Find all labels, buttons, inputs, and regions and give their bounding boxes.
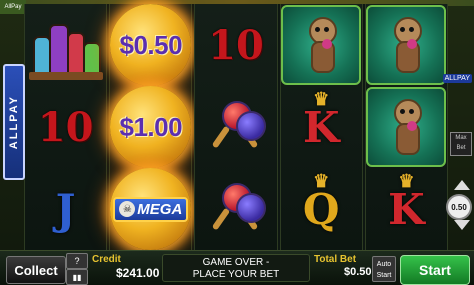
bottom-control-bar: Collect ? ▮▮ Credit $241.00 GAME OVER - … — [0, 250, 474, 285]
reel-1-symbol-1 — [25, 4, 106, 86]
coin-value: $0.50 — [119, 29, 183, 60]
reel-3-symbol-1: 10 — [195, 4, 276, 86]
potions-icon — [28, 10, 103, 80]
allpay-corner-badge: AllPay — [0, 0, 26, 14]
allpay-right-label: ALLPAY — [442, 74, 472, 83]
reel-5: ♛ K — [364, 4, 449, 250]
reel-5-symbol-1 — [366, 4, 447, 86]
max-bet-button[interactable]: Max Bet — [450, 132, 472, 156]
reel-4: ♛ K ♛ Q — [279, 4, 363, 250]
total-bet-label: Total Bet — [314, 254, 357, 265]
maracas-icon — [206, 181, 266, 237]
mega-coin-symbol: ☠ MEGA — [110, 168, 192, 250]
reel-4-symbol-1 — [281, 4, 362, 86]
jack-symbol: J — [55, 184, 76, 234]
queen-symbol: ♛ Q — [302, 170, 340, 234]
collect-button[interactable]: Collect — [6, 256, 66, 284]
bet-value-dial[interactable]: 0.50 — [446, 194, 472, 220]
voodoo-doll-icon — [366, 87, 447, 167]
skull-icon: ☠ — [119, 201, 136, 217]
credit-value: $241.00 — [116, 266, 160, 280]
ten-symbol: 10 — [37, 103, 94, 151]
king-symbol: ♛ K — [388, 170, 425, 234]
reel-3-symbol-3 — [195, 168, 276, 250]
coin-symbol: $0.50 — [110, 4, 192, 86]
reel-3: 10 — [194, 4, 278, 250]
reel-5-symbol-2 — [366, 86, 447, 168]
status-message-line-2: PLACE YOUR BET — [192, 269, 280, 280]
reel-area: 10 J $0.50 $1.00 ☠ MEGA 10 ♛ K ♛ Q ♛ K — [24, 4, 449, 250]
sound-toggle-button[interactable]: ▮▮ — [66, 269, 88, 285]
reel-3-symbol-2 — [195, 86, 276, 168]
credit-label: Credit — [92, 254, 121, 265]
start-button[interactable]: Start — [400, 255, 470, 285]
reel-5-symbol-3: ♛ K — [366, 168, 447, 250]
auto-start-label-1: Auto — [376, 261, 392, 268]
allpay-left-panel: ALLPAY — [3, 64, 25, 180]
reel-1: 10 J — [24, 4, 108, 250]
crown-icon: ♛ — [313, 88, 330, 110]
crown-icon: ♛ — [398, 170, 415, 192]
status-message: GAME OVER - PLACE YOUR BET — [162, 254, 310, 282]
reel-4-symbol-3: ♛ Q — [281, 168, 362, 250]
king-symbol: ♛ K — [302, 88, 340, 152]
coin-value: $1.00 — [119, 111, 183, 142]
voodoo-doll-icon — [281, 5, 362, 85]
reel-1-symbol-2: 10 — [25, 86, 106, 168]
allpay-left-label: ALLPAY — [8, 94, 20, 150]
auto-start-button[interactable]: Auto Start — [372, 256, 396, 282]
mega-badge: ☠ MEGA — [113, 196, 189, 222]
bet-up-arrow-icon[interactable] — [454, 180, 470, 190]
reel-1-symbol-3: J — [25, 168, 106, 250]
mega-label: MEGA — [137, 200, 183, 218]
auto-start-label-2: Start — [376, 272, 392, 279]
help-button[interactable]: ? — [66, 253, 88, 269]
reel-2-symbol-2: $1.00 — [110, 86, 192, 168]
reel-2: $0.50 $1.00 ☠ MEGA — [109, 4, 193, 250]
crown-icon: ♛ — [313, 170, 330, 192]
voodoo-doll-icon — [366, 5, 447, 85]
status-message-line-1: GAME OVER - — [202, 257, 270, 268]
total-bet-value: $0.50 — [344, 266, 372, 278]
coin-symbol: $1.00 — [110, 86, 192, 168]
maracas-icon — [206, 99, 266, 155]
reel-4-symbol-2: ♛ K — [281, 86, 362, 168]
reel-2-symbol-1: $0.50 — [110, 4, 192, 86]
ten-symbol: 10 — [208, 21, 264, 69]
bet-down-arrow-icon[interactable] — [454, 220, 470, 230]
reel-2-symbol-3: ☠ MEGA — [110, 168, 192, 250]
